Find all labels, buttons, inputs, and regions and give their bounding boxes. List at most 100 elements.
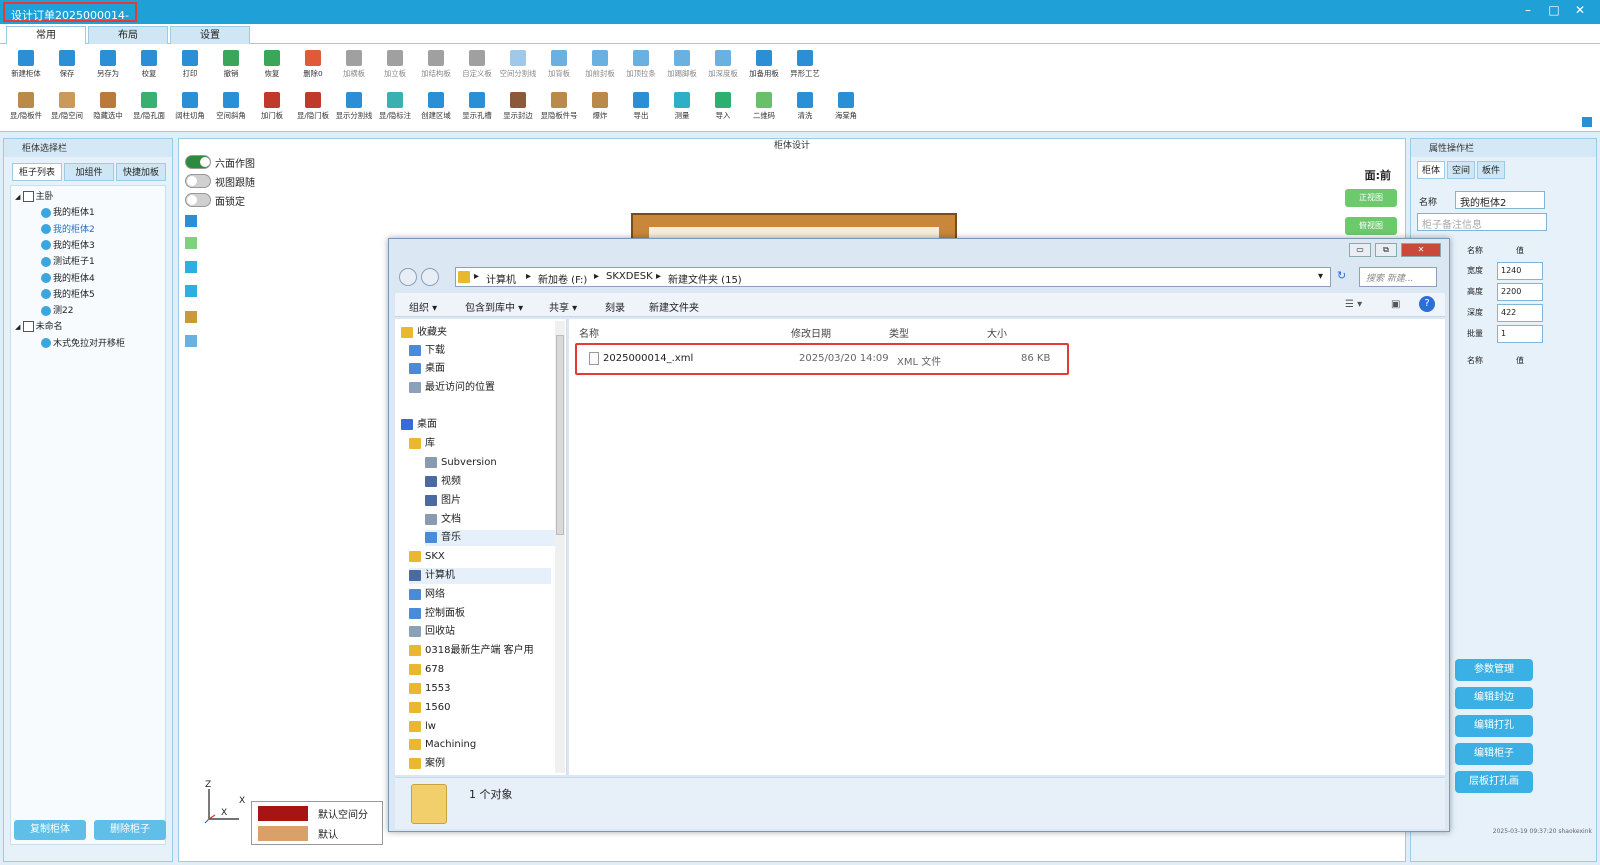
nav-item[interactable]: lw: [409, 719, 551, 735]
front-view-button[interactable]: 正视图: [1345, 189, 1397, 207]
tree-item[interactable]: 我的柜体5: [41, 288, 95, 302]
cabinet-remark-field[interactable]: 柜子备注信息: [1417, 213, 1547, 231]
nav-item[interactable]: 文档: [425, 512, 559, 528]
nav-item[interactable]: 桌面: [401, 417, 551, 433]
grid-view-icon[interactable]: [185, 215, 197, 227]
nav-item[interactable]: 最近访问的位置: [409, 380, 551, 396]
shelf-drilling-button[interactable]: 层板打孔画: [1455, 771, 1533, 793]
edit-cabinet-button[interactable]: 编辑柜子: [1455, 743, 1533, 765]
nav-item[interactable]: 0318最新生产端 客户用: [409, 643, 551, 659]
breadcrumb-drive[interactable]: 新加卷 (F:): [538, 271, 587, 286]
tree-item[interactable]: 木式免拉对开移柜: [41, 337, 125, 351]
maximize-icon[interactable]: □: [1544, 3, 1564, 17]
shaped-craft-button[interactable]: 异形工艺: [783, 48, 827, 84]
share-menu[interactable]: 共享 ▾: [549, 299, 577, 314]
prop-width-value[interactable]: 1240: [1497, 262, 1543, 280]
tree-item[interactable]: 测22: [41, 304, 73, 318]
explode-button[interactable]: 爆炸: [578, 90, 622, 126]
nav-item[interactable]: 控制面板: [409, 606, 551, 622]
cabinet-name-field[interactable]: 我的柜体2: [1455, 191, 1545, 209]
face-lock-toggle[interactable]: [185, 193, 211, 207]
custom-board-button[interactable]: 自定义板: [455, 48, 499, 84]
nav-item[interactable]: 1560: [409, 700, 551, 716]
nav-item[interactable]: Machining: [409, 737, 551, 753]
tree-group[interactable]: ◢ 主卧: [15, 190, 54, 204]
dialog-maximize-icon[interactable]: ⧉: [1375, 243, 1397, 257]
ribbon-expand-icon[interactable]: [1582, 117, 1592, 127]
add-depth-board-button[interactable]: 加深度板: [701, 48, 745, 84]
column-chamfer-button[interactable]: 阔柱切角: [168, 90, 212, 126]
begonia-corner-button[interactable]: 海棠角: [824, 90, 868, 126]
view-follow-toggle[interactable]: [185, 174, 211, 188]
nav-item[interactable]: Subversion: [425, 455, 559, 471]
burn-button[interactable]: 刻录: [605, 299, 625, 314]
back-icon[interactable]: [399, 268, 417, 286]
save-button[interactable]: 保存: [45, 48, 89, 84]
column-size[interactable]: 大小: [987, 325, 1007, 340]
organize-menu[interactable]: 组织 ▾: [409, 299, 437, 314]
breadcrumb-skxdesk[interactable]: SKXDESK: [606, 271, 653, 282]
nav-item[interactable]: 1553: [409, 681, 551, 697]
tree-group[interactable]: ◢ 未命名: [15, 320, 63, 334]
tree-item[interactable]: 我的柜体4: [41, 272, 95, 286]
verify-button[interactable]: 校复: [127, 48, 171, 84]
hide-selected-button[interactable]: 隐藏选中: [86, 90, 130, 126]
tab-board[interactable]: 板件: [1477, 161, 1505, 179]
chevron-down-icon[interactable]: ▾: [1318, 271, 1323, 282]
tree-item[interactable]: 我的柜体3: [41, 239, 95, 253]
align-alt-icon[interactable]: [185, 285, 197, 297]
material-icon[interactable]: [185, 311, 197, 323]
new-cabinet-button[interactable]: 新建柜体: [4, 48, 48, 84]
add-door-button[interactable]: 加门板: [250, 90, 294, 126]
dialog-minimize-icon[interactable]: ▭: [1349, 243, 1371, 257]
help-icon[interactable]: ?: [1419, 296, 1435, 312]
show-divider-button[interactable]: 显示分割线: [332, 90, 376, 126]
breadcrumb-computer[interactable]: 计算机: [486, 271, 516, 286]
tab-add-component[interactable]: 加组件: [64, 163, 114, 181]
clean-button[interactable]: 清洗: [783, 90, 827, 126]
param-manage-button[interactable]: 参数管理: [1455, 659, 1533, 681]
breadcrumb-folder[interactable]: 新建文件夹 (15): [668, 271, 742, 286]
add-kickboard-button[interactable]: 加踢脚板: [660, 48, 704, 84]
tab-cabinet-list[interactable]: 柜子列表: [12, 163, 62, 181]
six-face-toggle[interactable]: [185, 155, 211, 169]
nav-item[interactable]: 桌面: [409, 361, 551, 377]
show-hide-hole-face-button[interactable]: 显/隐孔面: [127, 90, 171, 126]
texture-icon[interactable]: [185, 237, 197, 249]
view-options-icon[interactable]: ☰ ▾: [1345, 299, 1362, 310]
nav-item[interactable]: 678: [409, 662, 551, 678]
measure-button[interactable]: 测量: [660, 90, 704, 126]
edit-drilling-button[interactable]: 编辑打孔: [1455, 715, 1533, 737]
include-library-menu[interactable]: 包含到库中 ▾: [465, 299, 523, 314]
show-hide-board-button[interactable]: 显/隐板件: [4, 90, 48, 126]
show-hide-door-button[interactable]: 显/隐门板: [291, 90, 335, 126]
show-board-number-button[interactable]: 显隐板件号: [537, 90, 581, 126]
copy-cabinet-button[interactable]: 复制柜体: [14, 820, 86, 840]
file-row[interactable]: 2025000014_.xml 2025/03/20 14:09 XML 文件 …: [575, 343, 1069, 375]
preview-pane-icon[interactable]: ▣: [1391, 299, 1400, 310]
tab-quick-add-board[interactable]: 快捷加板: [116, 163, 166, 181]
show-hide-space-button[interactable]: 显/隐空间: [45, 90, 89, 126]
show-edge-band-button[interactable]: 显示封边: [496, 90, 540, 126]
expand-icon[interactable]: ◢: [15, 193, 23, 201]
add-horizontal-board-button[interactable]: 加横板: [332, 48, 376, 84]
nav-item[interactable]: 收藏夹: [401, 325, 551, 341]
tree-item[interactable]: 我的柜体2: [41, 223, 95, 237]
align-icon[interactable]: [185, 261, 197, 273]
space-bevel-button[interactable]: 空间斜角: [209, 90, 253, 126]
nav-item[interactable]: 视频: [425, 474, 559, 490]
prop-height-value[interactable]: 2200: [1497, 283, 1543, 301]
delete-button[interactable]: 删除0: [291, 48, 335, 84]
qrcode-button[interactable]: 二维码: [742, 90, 786, 126]
nav-item[interactable]: 网络: [409, 587, 551, 603]
nav-item[interactable]: SKX: [409, 549, 551, 565]
column-name[interactable]: 名称: [579, 325, 599, 340]
add-front-seal-button[interactable]: 加前封板: [578, 48, 622, 84]
edit-edge-band-button[interactable]: 编辑封边: [1455, 687, 1533, 709]
nav-item[interactable]: 音乐: [425, 530, 559, 546]
search-input[interactable]: 搜索 新建...: [1359, 267, 1437, 287]
show-hide-dimension-button[interactable]: 显/隐标注: [373, 90, 417, 126]
nav-item[interactable]: 图片: [425, 493, 559, 509]
tab-space[interactable]: 空间: [1447, 161, 1475, 179]
show-holes-button[interactable]: 显示孔槽: [455, 90, 499, 126]
